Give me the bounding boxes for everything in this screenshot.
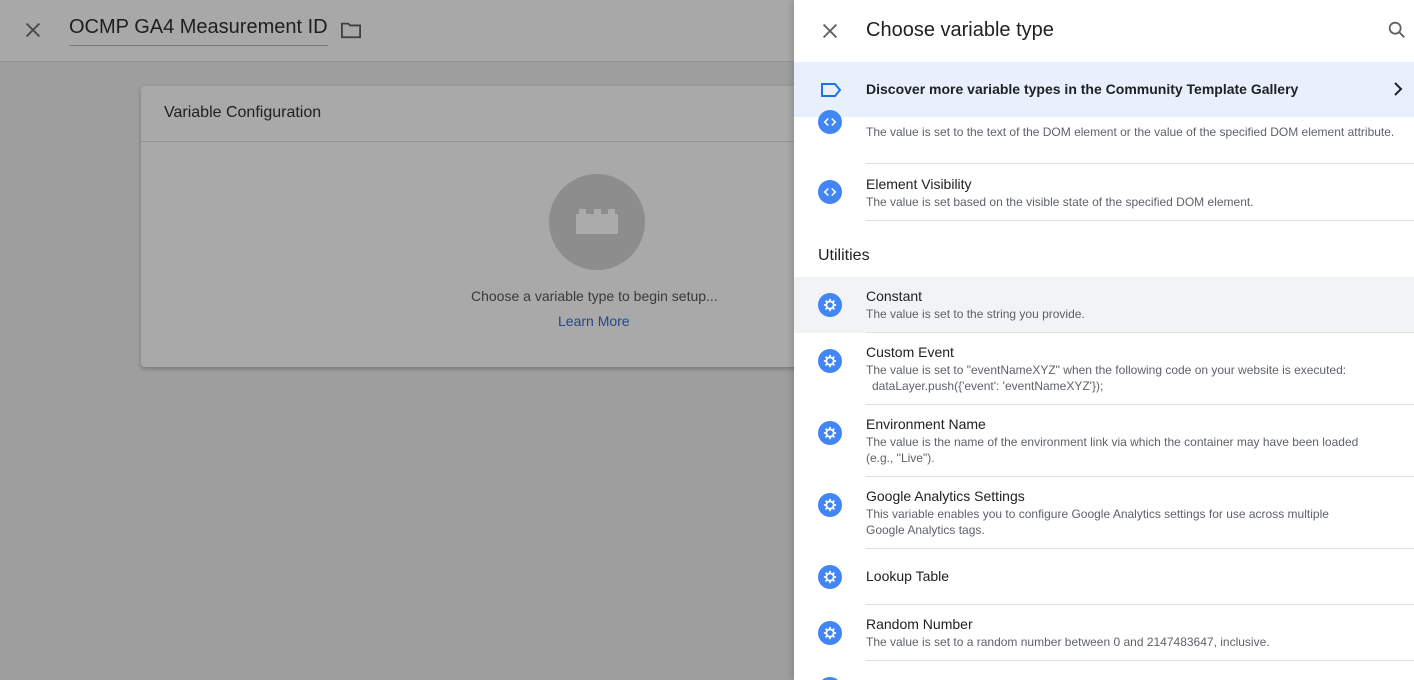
item-name: Constant (866, 288, 923, 304)
code-icon (818, 180, 842, 204)
gear-icon (818, 293, 842, 317)
item-description: The value is set to the string you provi… (866, 307, 1085, 321)
variable-configuration-card[interactable]: Variable Configuration Choose a variable… (141, 86, 841, 367)
list-item-element-visibility[interactable]: Element Visibility The value is set base… (794, 164, 1414, 221)
gear-icon (818, 349, 842, 373)
list-item-lookup-table[interactable]: Lookup Table (794, 549, 1414, 605)
item-description: This variable enables you to configure G… (866, 507, 1329, 537)
item-description: The value is the name of the environment… (866, 435, 1359, 465)
label-tag-icon (821, 83, 842, 97)
list-item-random-number[interactable]: Random Number The value is set to a rand… (794, 605, 1414, 661)
item-name: Random Number (866, 616, 973, 632)
learn-more-link[interactable]: Learn More (558, 313, 630, 329)
close-icon[interactable] (22, 19, 44, 41)
item-name: Element Visibility (866, 176, 972, 192)
panel-title: Choose variable type (866, 19, 1054, 41)
folder-icon[interactable] (340, 20, 362, 40)
close-icon[interactable] (819, 20, 841, 42)
list-item-custom-event[interactable]: Custom Event The value is set to "eventN… (794, 333, 1414, 405)
search-icon[interactable] (1386, 19, 1408, 41)
list-item-dom-element[interactable]: The value is set to the text of the DOM … (794, 110, 1414, 164)
choose-variable-type-panel: Choose variable type Discover more varia… (794, 0, 1414, 680)
list-item-google-analytics-settings[interactable]: Google Analytics Settings This variable … (794, 477, 1414, 549)
item-description: The value is set to "eventNameXYZ" when … (866, 363, 1347, 377)
setup-hint: Choose a variable type to begin setup... (471, 288, 718, 304)
list-item-environment-name[interactable]: Environment Name The value is the name o… (794, 405, 1414, 477)
item-name: Lookup Table (866, 568, 950, 584)
lego-block-icon (549, 174, 645, 270)
panel-header: Choose variable type (794, 0, 1414, 62)
list-item-partial[interactable] (794, 661, 1414, 680)
gear-icon (818, 565, 842, 589)
item-name: Environment Name (866, 416, 986, 432)
item-description: The value is set based on the visible st… (866, 195, 1254, 209)
code-icon (818, 110, 842, 134)
card-header: Variable Configuration (141, 86, 841, 142)
section-header: Utilities (794, 221, 1414, 277)
chevron-right-icon (1394, 82, 1403, 96)
variable-name-input[interactable]: OCMP GA4 Measurement ID (69, 16, 328, 46)
list-item-constant[interactable]: Constant The value is set to the string … (794, 277, 1414, 333)
item-name: Custom Event (866, 344, 954, 360)
gear-icon (818, 493, 842, 517)
item-name: Google Analytics Settings (866, 488, 1025, 504)
banner-text: Discover more variable types in the Comm… (866, 81, 1299, 97)
item-code-snippet: dataLayer.push({'event': 'eventNameXYZ'}… (872, 379, 1104, 393)
gear-icon (818, 621, 842, 645)
variable-type-list: The value is set to the text of the DOM … (794, 110, 1414, 680)
gear-icon (818, 421, 842, 445)
item-description: The value is set to the text of the DOM … (866, 125, 1395, 139)
section-title-utilities: Utilities (818, 247, 870, 264)
item-description: The value is set to a random number betw… (866, 635, 1270, 649)
community-gallery-banner[interactable]: Discover more variable types in the Comm… (794, 62, 1414, 117)
